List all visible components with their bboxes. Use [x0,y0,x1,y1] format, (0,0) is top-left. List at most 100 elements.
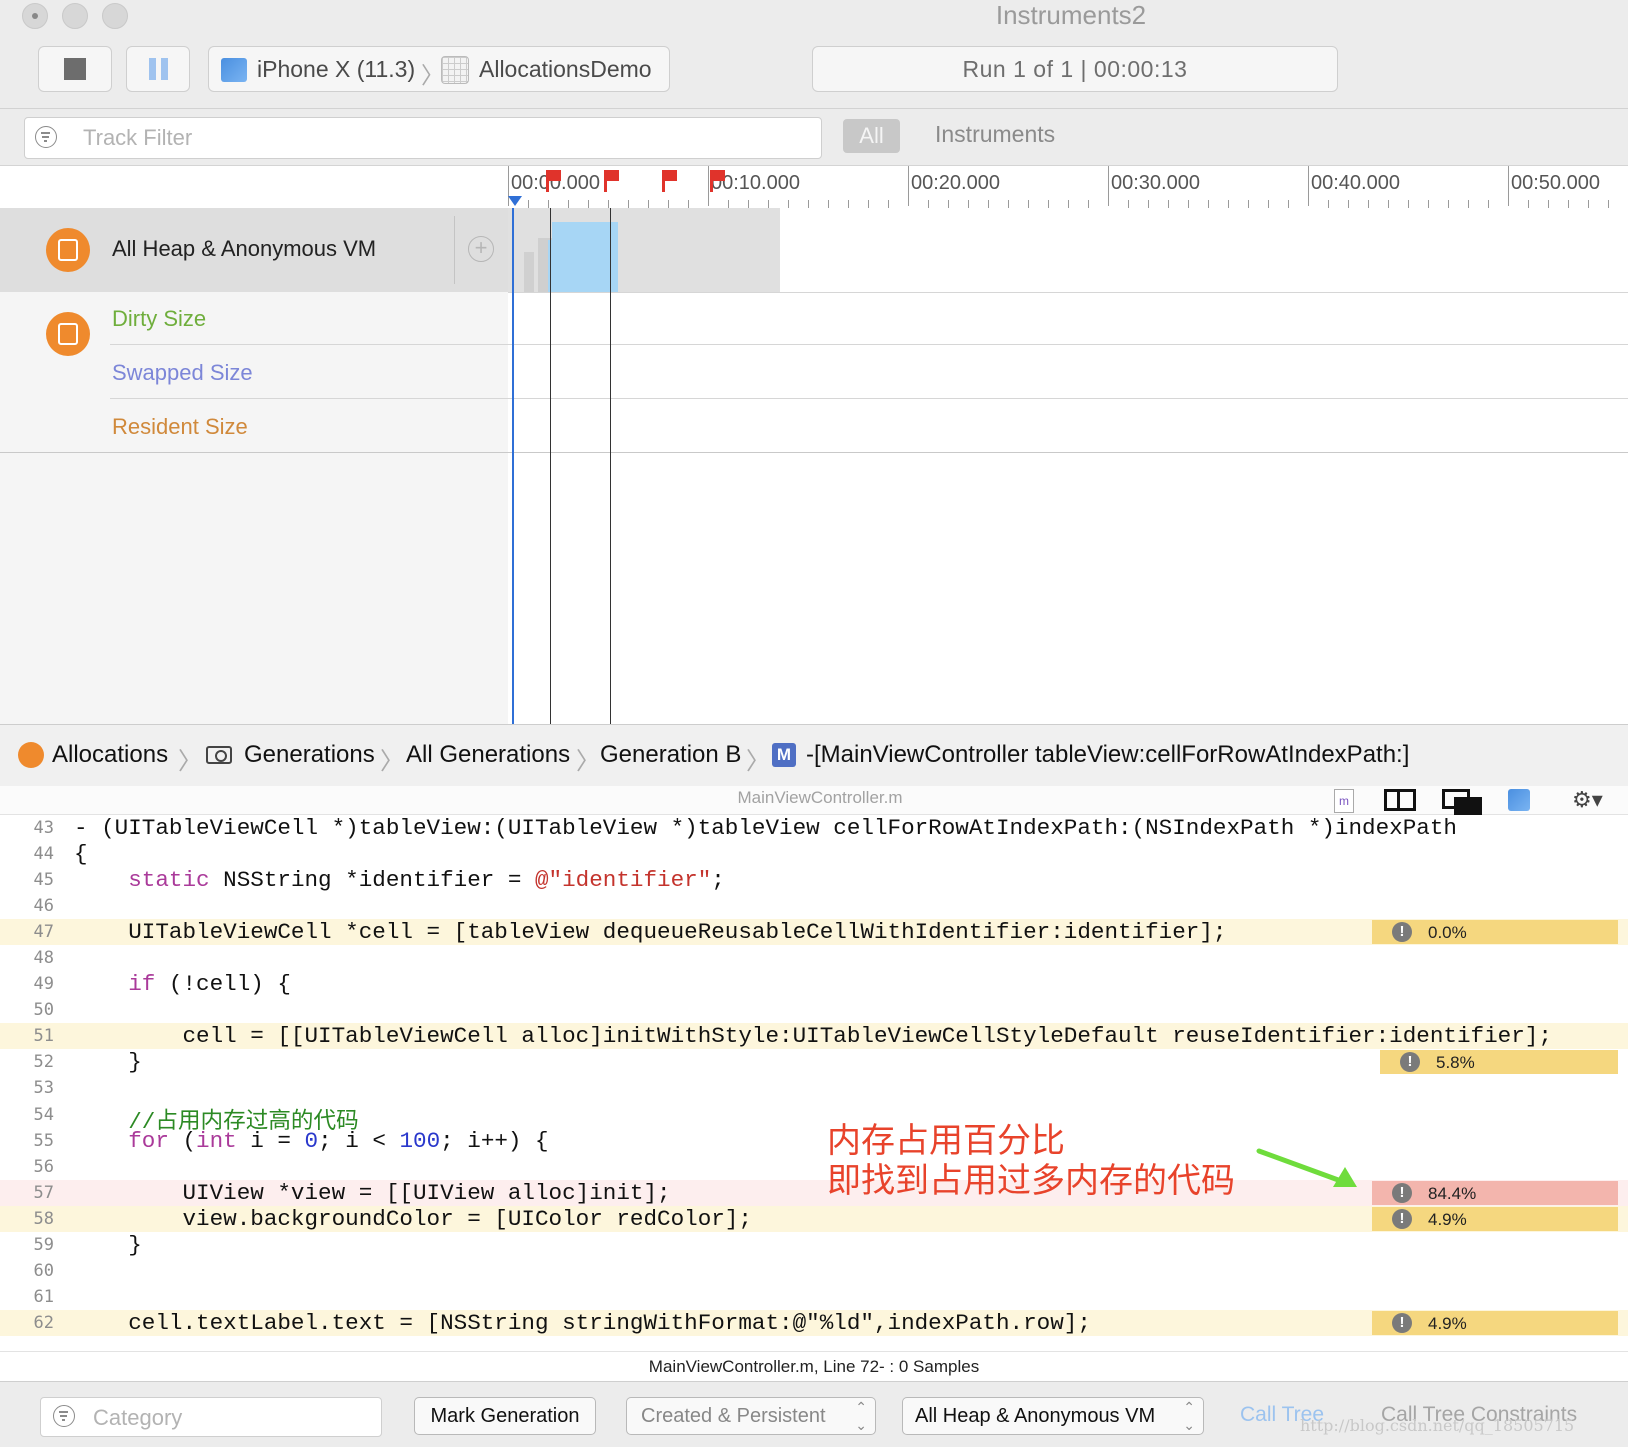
generation-flag-icon[interactable] [604,170,619,192]
code-line: 44{ [33,841,88,867]
breadcrumb-all-generations[interactable]: All Generations [406,741,570,769]
swapped-size-label[interactable]: Swapped Size [112,360,253,386]
breadcrumb-method[interactable]: -[MainViewController tableView:cellForRo… [806,741,1409,769]
ruler-minor-tick [1068,200,1069,208]
code-line: 46 [33,896,54,916]
ruler-minor-tick [1008,200,1009,208]
chevron-right-icon: 〉 [746,748,770,775]
ruler-minor-tick [1528,200,1529,208]
ruler-minor-tick [1188,200,1189,208]
ruler-minor-tick [728,200,729,208]
code-line: 49 if (!cell) { [33,971,291,997]
filter-all-button[interactable]: All [843,119,900,153]
toolbar: Instruments2 iPhone X (11.3) 〉 Allocatio… [0,0,1628,109]
warning-icon: ! [1392,1183,1412,1203]
ruler-minor-tick [1148,200,1149,208]
code-line: 45 static NSString *identifier = @"ident… [33,867,725,893]
allocations-icon [18,742,44,768]
updown-chevron-icon: ⌃ ⌄ [1183,1399,1195,1433]
filter-icon [53,1405,75,1427]
source-code-view[interactable]: 43- (UITableViewCell *)tableView:(UITabl… [0,815,1628,1351]
code-line: 48 [33,948,54,968]
resident-size-label[interactable]: Resident Size [112,414,248,440]
breadcrumb-generations[interactable]: Generations [244,741,375,769]
mark-generation-button[interactable]: Mark Generation [414,1397,596,1435]
watermark: http://blog.csdn.net/qq_18505715 [1300,1416,1575,1435]
gear-icon[interactable]: ⚙▾ [1572,789,1603,811]
code-line-highlighted: 51 cell = [[UITableViewCell alloc]initWi… [0,1023,1628,1049]
allocation-percentage-badge[interactable]: ! 84.4% [1372,1181,1618,1205]
annotation-text: 内存占用百分比 [827,1122,1065,1160]
tick-label: 00:30.000 [1111,172,1200,194]
method-icon: M [772,743,796,767]
ruler-minor-tick [1488,200,1489,208]
code-line: 43- (UITableViewCell *)tableView:(UITabl… [33,815,1457,841]
chevron-right-icon: 〉 [576,748,600,775]
generation-flag-icon[interactable] [710,170,725,192]
add-track-icon[interactable]: + [468,236,494,262]
allocation-percentage-badge[interactable]: ! 0.0% [1372,920,1618,944]
window-title: Instruments2 [995,0,1147,30]
ruler-spacer [0,166,508,209]
dirty-size-label[interactable]: Dirty Size [112,306,206,332]
category-placeholder: Category [93,1405,183,1430]
ruler-minor-tick [588,200,589,208]
source-status: MainViewController.m, Line 72- : 0 Sampl… [0,1351,1628,1382]
instrument-name: All Heap & Anonymous VM [112,236,377,261]
generation-flag-icon[interactable] [546,170,561,192]
ruler-minor-tick [1208,200,1209,208]
pause-recording-button[interactable] [126,46,190,92]
ruler-minor-tick [1268,200,1269,208]
code-line: 60 [33,1261,54,1281]
stop-recording-button[interactable] [38,46,112,92]
target-app[interactable]: AllocationsDemo [479,56,652,83]
file-icon[interactable]: m [1334,789,1354,813]
instrument-row[interactable]: All Heap & Anonymous VM + [0,208,508,292]
ruler-minor-tick [1248,200,1249,208]
ruler-minor-tick [1028,200,1029,208]
tick-label: 00:20.000 [911,172,1000,194]
chevron-right-icon: 〉 [178,748,202,775]
ruler-minor-tick [568,200,569,208]
breadcrumb-allocations[interactable]: Allocations [52,741,168,769]
allocation-percentage-badge[interactable]: ! 5.8% [1380,1050,1618,1074]
disassembly-view-icon[interactable] [1442,789,1482,817]
ruler-minor-tick [768,200,769,208]
stop-icon [64,58,86,80]
code-line: 61 [33,1287,54,1307]
code-line-hot: 57 UIView *view = [[UIView alloc]init]; … [0,1180,1628,1206]
ruler-minor-tick [1388,200,1389,208]
annotation-text: 即找到占用过多内存的代码 [827,1162,1235,1200]
heap-selector[interactable]: All Heap & Anonymous VM ⌃ ⌄ [902,1397,1204,1435]
code-line: 59 } [33,1232,142,1258]
generation-flag-icon[interactable] [662,170,677,192]
breadcrumb-generation-b[interactable]: Generation B [600,741,741,769]
ruler-minor-tick [808,200,809,208]
playhead-icon[interactable] [508,196,522,206]
ruler-minor-tick [988,200,989,208]
ruler-minor-tick [1348,200,1349,208]
track-filter-field[interactable]: Track Filter [24,117,822,159]
ruler-minor-tick [1468,200,1469,208]
code-line: 55 for (int i = 0; i < 100; i++) { [33,1128,549,1154]
target-selector[interactable]: iPhone X (11.3) 〉 AllocationsDemo [208,46,670,92]
ruler-minor-tick [828,200,829,208]
ruler-minor-tick [1548,200,1549,208]
track-graph-area[interactable] [508,208,1628,724]
ruler-minor-tick [1608,200,1609,208]
generation-marker [610,208,611,724]
code-line-highlighted: 62 cell.textLabel.text = [NSString strin… [0,1310,1628,1336]
filter-instruments-button[interactable]: Instruments [935,121,1055,148]
annotation-arrow-icon [1256,1148,1357,1187]
tick-label: 00:40.000 [1311,172,1400,194]
target-device[interactable]: iPhone X (11.3) [257,56,415,83]
allocation-percentage-badge[interactable]: ! 4.9% [1372,1207,1618,1231]
open-in-xcode-icon[interactable] [1508,789,1530,811]
generation-marker [550,208,551,724]
split-view-icon[interactable] [1384,789,1416,811]
lifespan-selector[interactable]: Created & Persistent ⌃ ⌄ [626,1397,876,1435]
time-ruler[interactable]: 00:00.000 00:10.000 00:20.000 00:30.000 … [508,166,1628,209]
category-filter-field[interactable]: Category [40,1397,382,1437]
allocation-percentage-badge[interactable]: ! 4.9% [1372,1311,1618,1335]
ruler-minor-tick [888,200,889,208]
